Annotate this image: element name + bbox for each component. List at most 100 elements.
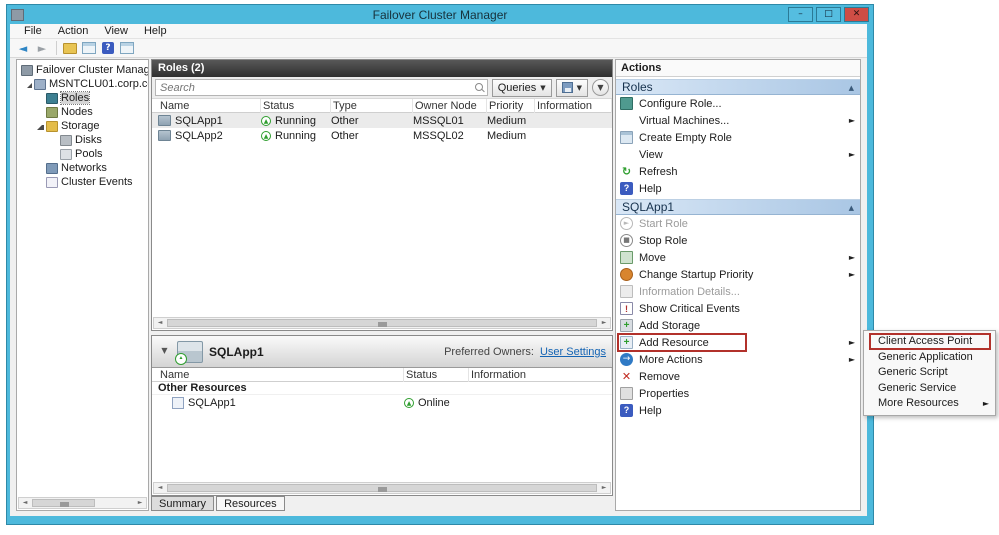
- menu-action[interactable]: Action: [50, 24, 97, 39]
- roles-horizontal-scrollbar[interactable]: ◄ ►: [153, 317, 611, 329]
- scroll-right-icon[interactable]: ►: [134, 498, 146, 508]
- more-actions-icon: →: [620, 353, 633, 366]
- scroll-thumb[interactable]: [167, 484, 597, 492]
- queries-button[interactable]: Queries ▼: [491, 78, 552, 97]
- tree-item-roles[interactable]: Roles: [17, 91, 148, 105]
- tab-resources[interactable]: Resources: [216, 496, 285, 511]
- column-information[interactable]: Information: [535, 99, 612, 113]
- information-details-icon: [620, 285, 633, 298]
- app-window: Failover Cluster Manager – □ ✕ File Acti…: [6, 4, 874, 525]
- save-query-button[interactable]: ▼: [555, 78, 588, 97]
- tree-item-pools[interactable]: Pools: [17, 147, 148, 161]
- tree-item-nodes[interactable]: Nodes: [17, 105, 148, 119]
- action-add-resource[interactable]: + Add Resource ►: [616, 333, 860, 352]
- column-priority[interactable]: Priority: [487, 99, 535, 113]
- section-header-sqlapp1[interactable]: SQLApp1 ▲: [616, 199, 860, 215]
- minimize-button[interactable]: –: [788, 7, 813, 22]
- action-add-storage[interactable]: + Add Storage: [616, 317, 860, 334]
- tree-item-cluster[interactable]: MSNTCLU01.corp.contoso.: [17, 77, 148, 91]
- action-refresh[interactable]: ↻ Refresh: [616, 163, 860, 180]
- action-move[interactable]: Move ►: [616, 249, 860, 266]
- console-window-icon-2[interactable]: [118, 40, 136, 56]
- action-show-critical-events[interactable]: ! Show Critical Events: [616, 300, 860, 317]
- tree-item-cluster-events[interactable]: Cluster Events: [17, 175, 148, 189]
- scroll-left-icon[interactable]: ◄: [154, 483, 166, 493]
- action-more-actions[interactable]: → More Actions ►: [616, 351, 860, 368]
- nodes-icon: [46, 106, 58, 118]
- properties-icon: [620, 387, 633, 400]
- move-icon: [620, 251, 633, 264]
- help-icon[interactable]: ?: [99, 40, 117, 56]
- scroll-right-icon[interactable]: ►: [598, 318, 610, 328]
- expander-icon[interactable]: [27, 81, 32, 88]
- action-stop-role[interactable]: ■ Stop Role: [616, 232, 860, 249]
- scroll-right-icon[interactable]: ►: [598, 483, 610, 493]
- search-input[interactable]: [156, 80, 487, 95]
- folder-up-icon[interactable]: [61, 40, 79, 56]
- window-client-area: File Action View Help ◄ ► ? Failover Clu…: [10, 24, 867, 516]
- action-remove[interactable]: ✕ Remove: [616, 368, 860, 385]
- scroll-thumb[interactable]: [167, 319, 597, 327]
- change-priority-icon: [620, 268, 633, 281]
- tree-horizontal-scrollbar[interactable]: ◄ ►: [18, 497, 147, 509]
- column-information[interactable]: Information: [469, 368, 612, 382]
- console-window-icon[interactable]: [80, 40, 98, 56]
- menu-file[interactable]: File: [16, 24, 50, 39]
- tree-item-storage[interactable]: Storage: [17, 119, 148, 133]
- column-type[interactable]: Type: [331, 99, 413, 113]
- action-change-startup-priority[interactable]: Change Startup Priority ►: [616, 266, 860, 283]
- action-create-empty-role[interactable]: Create Empty Role: [616, 129, 860, 146]
- scroll-thumb[interactable]: [32, 499, 96, 507]
- column-owner-node[interactable]: Owner Node: [413, 99, 487, 113]
- submenu-arrow-icon: ►: [848, 116, 855, 125]
- column-status[interactable]: Status: [404, 368, 469, 382]
- submenu-generic-application[interactable]: Generic Application: [864, 350, 995, 366]
- submenu-more-resources[interactable]: More Resources ►: [864, 396, 995, 412]
- running-status-icon: ▲: [261, 115, 271, 126]
- column-name[interactable]: Name: [158, 368, 404, 382]
- collapse-detail-icon[interactable]: ▼: [158, 345, 171, 358]
- networks-icon: [46, 162, 58, 174]
- forward-icon[interactable]: ►: [33, 40, 51, 56]
- user-settings-link[interactable]: User Settings: [540, 346, 606, 358]
- submenu-generic-script[interactable]: Generic Script: [864, 365, 995, 381]
- back-icon[interactable]: ◄: [14, 40, 32, 56]
- tree-item-networks[interactable]: Networks: [17, 161, 148, 175]
- detail-horizontal-scrollbar[interactable]: ◄ ►: [153, 482, 611, 494]
- save-icon: [561, 82, 573, 93]
- section-header-roles[interactable]: Roles ▲: [616, 79, 860, 95]
- close-button[interactable]: ✕: [844, 7, 869, 22]
- add-storage-icon: +: [620, 319, 633, 332]
- action-information-details: Information Details...: [616, 283, 860, 300]
- tree-item-root[interactable]: Failover Cluster Manager: [17, 63, 148, 77]
- maximize-button[interactable]: □: [816, 7, 841, 22]
- submenu-generic-service[interactable]: Generic Service: [864, 381, 995, 397]
- tree-item-disks[interactable]: Disks: [17, 133, 148, 147]
- tab-summary[interactable]: Summary: [151, 496, 215, 511]
- action-view[interactable]: View ►: [616, 146, 860, 163]
- role-icon: [158, 130, 171, 141]
- submenu-client-access-point[interactable]: Client Access Point: [864, 333, 995, 350]
- action-properties[interactable]: Properties: [616, 385, 860, 402]
- action-help-2[interactable]: ? Help: [616, 402, 860, 419]
- scroll-left-icon[interactable]: ◄: [154, 318, 166, 328]
- action-configure-role[interactable]: Configure Role...: [616, 95, 860, 112]
- menu-view[interactable]: View: [96, 24, 136, 39]
- role-big-icon: [175, 340, 203, 365]
- collapse-icon[interactable]: ▲: [849, 200, 854, 214]
- scroll-left-icon[interactable]: ◄: [19, 498, 31, 508]
- submenu-arrow-icon: ►: [848, 338, 855, 347]
- collapse-icon[interactable]: ▲: [849, 80, 854, 94]
- table-row[interactable]: SQLApp2 ▲ Running Other MSSQL02 Medium: [152, 128, 612, 143]
- action-help[interactable]: ? Help: [616, 180, 860, 197]
- detail-header: ▼ SQLApp1 Preferred Owners: User Setting…: [152, 336, 612, 368]
- menu-help[interactable]: Help: [136, 24, 175, 39]
- title-bar[interactable]: Failover Cluster Manager – □ ✕: [7, 5, 873, 24]
- column-name[interactable]: Name: [158, 99, 261, 113]
- table-row[interactable]: SQLApp1 ▲ Online: [152, 395, 612, 410]
- action-virtual-machines[interactable]: Virtual Machines... ►: [616, 112, 860, 129]
- table-row[interactable]: SQLApp1 ▲ Running Other MSSQL01 Medium: [152, 113, 612, 128]
- collapse-search-button[interactable]: ▼: [592, 79, 609, 96]
- column-status[interactable]: Status: [261, 99, 331, 113]
- expander-icon[interactable]: [37, 123, 44, 130]
